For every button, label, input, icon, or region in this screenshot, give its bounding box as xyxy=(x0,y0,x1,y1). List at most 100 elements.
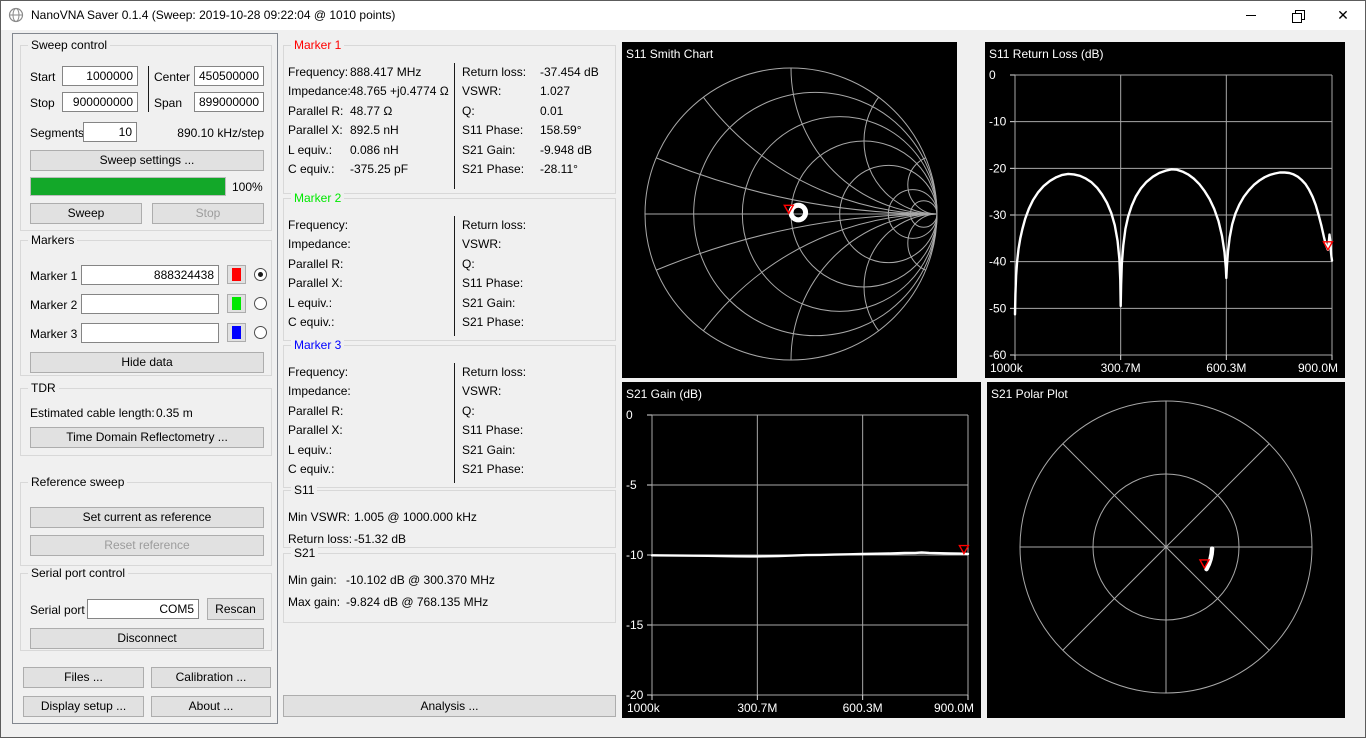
s21-summary-values: Min gain:-10.102 dB @ 300.370 MHzMax gai… xyxy=(288,570,613,613)
serial-port-group: Serial port control Serial port Rescan D… xyxy=(20,573,272,651)
chart-trace xyxy=(791,205,806,220)
minimize-button[interactable] xyxy=(1228,0,1274,30)
start-frequency-input[interactable] xyxy=(62,66,138,86)
marker2-right-values: Return loss:VSWR:Q:S11 Phase:S21 Gain:S2… xyxy=(454,216,613,336)
markers-control-title: Markers xyxy=(28,233,77,248)
kv-row: Min VSWR:1.005 @ 1000.000 kHz xyxy=(288,507,613,529)
marker3-color-button[interactable] xyxy=(227,323,246,342)
marker3-panel: Marker 3 Frequency:Impedance:Parallel R:… xyxy=(283,345,616,488)
svg-text:S11 Return Loss (dB): S11 Return Loss (dB) xyxy=(989,47,1104,61)
gain-chart-canvas[interactable]: S21 Gain (dB)0-5-10-15-201000k300.7M600.… xyxy=(622,382,981,718)
kv-row: VSWR:1.027 xyxy=(462,82,613,101)
kv-label: L equiv.: xyxy=(288,441,350,460)
kv-label: Parallel X: xyxy=(288,274,350,293)
kv-label: C equiv.: xyxy=(288,313,350,332)
kv-label: VSWR: xyxy=(462,382,540,401)
disconnect-button[interactable]: Disconnect xyxy=(30,628,264,649)
kv-row: Max gain:-9.824 dB @ 768.135 MHz xyxy=(288,592,613,614)
kv-row: Parallel R: xyxy=(288,255,454,274)
tdr-button[interactable]: Time Domain Reflectometry ... xyxy=(30,427,264,448)
reference-sweep-title: Reference sweep xyxy=(28,475,127,490)
svg-text:-15: -15 xyxy=(626,618,644,632)
center-frequency-input[interactable] xyxy=(194,66,264,86)
marker1-radio[interactable] xyxy=(254,268,267,281)
kv-value: 48.77 Ω xyxy=(350,104,392,118)
about-button[interactable]: About ... xyxy=(151,696,271,717)
files-button[interactable]: Files ... xyxy=(23,667,144,688)
stop-button: Stop xyxy=(152,203,264,224)
kv-label: S11 Phase: xyxy=(462,274,540,293)
hide-data-button[interactable]: Hide data xyxy=(30,352,264,373)
kv-label: Parallel R: xyxy=(288,102,350,121)
kv-row: L equiv.: xyxy=(288,441,454,460)
kv-label: Q: xyxy=(462,255,540,274)
sweep-progress-bar xyxy=(30,177,226,196)
divider xyxy=(148,66,149,112)
marker2-color-button[interactable] xyxy=(227,294,246,313)
segments-label: Segments xyxy=(30,126,84,140)
s21-summary-title: S21 xyxy=(291,546,318,561)
chart-trace xyxy=(1207,549,1213,569)
s11-smith-chart-panel[interactable]: S11 Smith Chart xyxy=(622,42,957,378)
kv-label: Q: xyxy=(462,102,540,121)
close-button[interactable]: ✕ xyxy=(1320,0,1366,30)
s11-summary-values: Min VSWR:1.005 @ 1000.000 kHzReturn loss… xyxy=(288,507,613,550)
kv-label: L equiv.: xyxy=(288,141,350,160)
cable-length-label: Estimated cable length: xyxy=(30,406,155,420)
kv-label: Impedance: xyxy=(288,382,350,401)
restore-icon xyxy=(1292,10,1303,21)
kv-label: Return loss: xyxy=(462,216,540,235)
calibration-button[interactable]: Calibration ... xyxy=(151,667,271,688)
marker1-frequency-input[interactable] xyxy=(81,265,219,285)
center-label: Center xyxy=(154,70,190,84)
sweep-settings-button[interactable]: Sweep settings ... xyxy=(30,150,264,171)
marker3-frequency-input[interactable] xyxy=(81,323,219,343)
svg-text:300.7M: 300.7M xyxy=(737,701,777,715)
analysis-button[interactable]: Analysis ... xyxy=(283,695,616,717)
kv-row: Parallel X:892.5 nH xyxy=(288,121,454,140)
marker1-left-values: Frequency:888.417 MHzImpedance:48.765 +j… xyxy=(286,63,454,189)
kv-row: Return loss:-51.32 dB xyxy=(288,529,613,551)
rescan-button[interactable]: Rescan xyxy=(207,598,264,620)
restore-button[interactable] xyxy=(1274,0,1320,30)
smith-chart-canvas[interactable]: S11 Smith Chart xyxy=(622,42,957,378)
marker3-radio[interactable] xyxy=(254,326,267,339)
svg-text:1000k: 1000k xyxy=(627,701,661,715)
polar-plot-canvas[interactable]: S21 Polar Plot xyxy=(987,382,1345,718)
kv-label: Q: xyxy=(462,402,540,421)
set-reference-button[interactable]: Set current as reference xyxy=(30,507,264,528)
marker2-radio[interactable] xyxy=(254,297,267,310)
control-sidebar: Sweep control Start Center Stop Span Seg… xyxy=(12,33,278,724)
display-setup-button[interactable]: Display setup ... xyxy=(23,696,144,717)
marker1-color-button[interactable] xyxy=(227,265,246,284)
kv-label: VSWR: xyxy=(462,82,540,101)
kv-value: 892.5 nH xyxy=(350,123,399,137)
s21-gain-chart-panel[interactable]: S21 Gain (dB)0-5-10-15-201000k300.7M600.… xyxy=(622,382,981,718)
chart-trace xyxy=(1015,169,1332,314)
span-frequency-input[interactable] xyxy=(194,92,264,112)
kv-label: S21 Phase: xyxy=(462,160,540,179)
segments-input[interactable] xyxy=(83,122,137,142)
marker2-panel: Marker 2 Frequency:Impedance:Parallel R:… xyxy=(283,198,616,341)
kv-label: S21 Gain: xyxy=(462,294,540,313)
stop-label: Stop xyxy=(30,96,55,110)
kv-row: VSWR: xyxy=(462,382,613,401)
markers-control-group: Markers Marker 1 Marker 2 Marker 3 Hide … xyxy=(20,240,272,376)
reference-sweep-group: Reference sweep Set current as reference… xyxy=(20,482,272,566)
marker3-panel-title: Marker 3 xyxy=(291,338,344,353)
sweep-button[interactable]: Sweep xyxy=(30,203,142,224)
kv-row: Q:0.01 xyxy=(462,102,613,121)
kv-row: Parallel X: xyxy=(288,421,454,440)
s21-polar-plot-panel[interactable]: S21 Polar Plot xyxy=(987,382,1345,718)
svg-text:-40: -40 xyxy=(989,255,1007,269)
return-loss-chart-canvas[interactable]: S11 Return Loss (dB)0-10-20-30-40-50-601… xyxy=(985,42,1345,378)
kv-value: -28.11° xyxy=(540,162,578,176)
kv-label: Max gain: xyxy=(288,592,346,614)
s11-return-loss-chart-panel[interactable]: S11 Return Loss (dB)0-10-20-30-40-50-601… xyxy=(985,42,1345,378)
kv-value: 0.086 nH xyxy=(350,143,399,157)
marker2-frequency-input[interactable] xyxy=(81,294,219,314)
svg-text:-50: -50 xyxy=(989,301,1007,315)
serial-port-input[interactable] xyxy=(87,599,199,619)
stop-frequency-input[interactable] xyxy=(62,92,138,112)
kv-label: S21 Gain: xyxy=(462,141,540,160)
